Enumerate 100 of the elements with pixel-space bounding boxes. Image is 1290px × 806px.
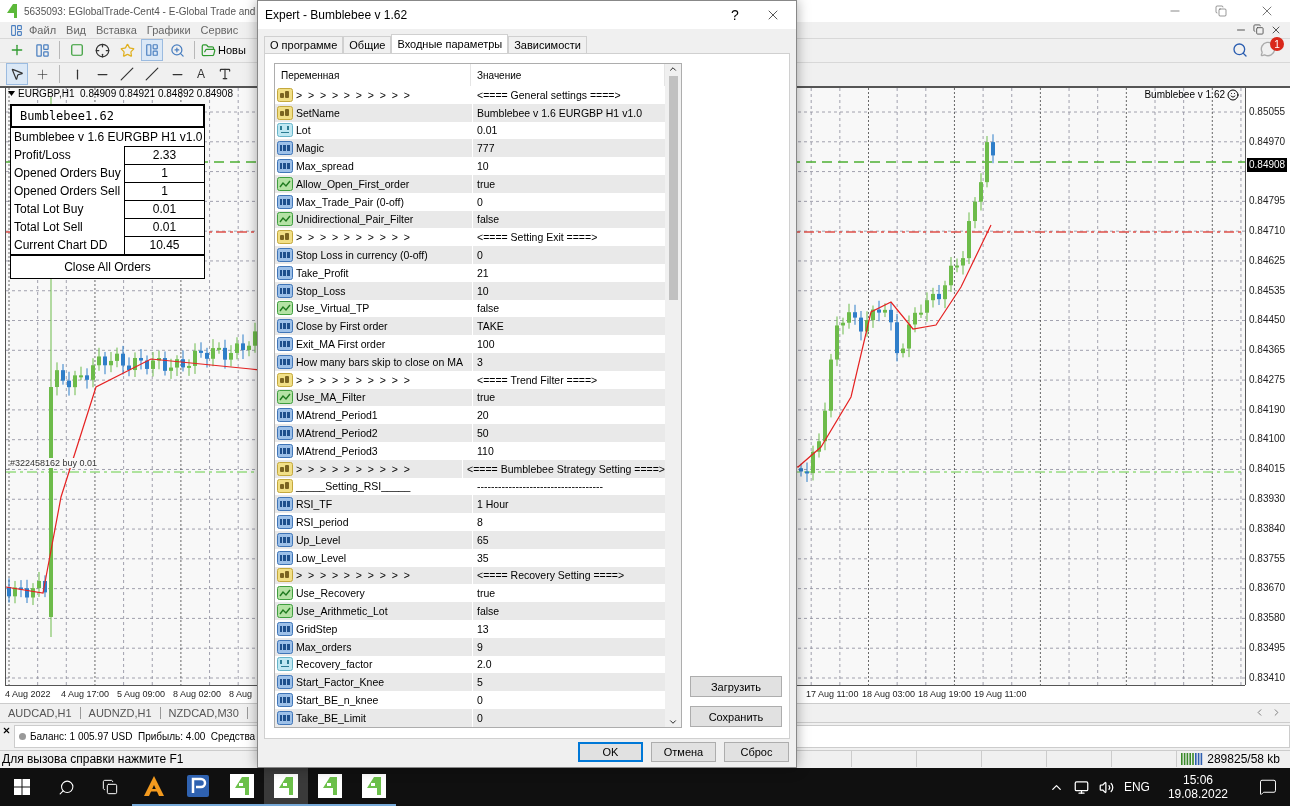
date-tick: 8 Aug 02:00	[173, 689, 223, 700]
price-tick: 0.83930	[1249, 492, 1287, 507]
variable-type-icon	[277, 479, 293, 494]
variable-type-icon	[277, 194, 293, 209]
connection-bars-icon	[1181, 753, 1204, 766]
restore-icon[interactable]	[1253, 24, 1264, 35]
variable-type-icon	[277, 212, 293, 227]
chart-tab[interactable]: NZDCAD,M30	[160, 706, 248, 719]
variable-type-icon	[277, 586, 293, 601]
price-tick: 0.83755	[1249, 551, 1287, 566]
variable-type-icon	[277, 372, 293, 387]
volume-icon[interactable]	[1098, 779, 1114, 795]
parameter-name: Start_BE_n_knee	[296, 694, 379, 706]
text-tool[interactable]: A	[191, 67, 211, 82]
order-label: #322458162 buy 0.01	[10, 457, 98, 468]
dialog-tab[interactable]: О программе	[264, 36, 344, 53]
chart-tab[interactable]: AUDCAD,H1	[0, 706, 81, 719]
network-icon[interactable]	[1073, 779, 1089, 795]
parameter-name: > > > > > > > > > >	[296, 88, 410, 101]
stat-value: 1	[124, 181, 205, 200]
search-icon[interactable]	[1232, 42, 1248, 59]
clock[interactable]: 15:06 19.08.2022	[1159, 773, 1236, 801]
app-logo-icon[interactable]	[230, 774, 254, 798]
new-order-button[interactable]: Новы	[201, 42, 246, 58]
help-button[interactable]: ?	[720, 7, 750, 23]
parameter-name: Max_spread	[296, 160, 354, 173]
close-all-orders-button[interactable]: Close All Orders	[10, 253, 205, 279]
parameter-name: RSI_TF	[296, 498, 333, 511]
price-tick: 0.84100	[1249, 432, 1287, 447]
square-logo-icon[interactable]	[187, 775, 209, 797]
scroll-thumb[interactable]	[668, 76, 678, 300]
side-button[interactable]: Загрузить	[690, 676, 782, 697]
app-logo-icon[interactable]	[318, 774, 342, 798]
account-summary: Баланс: 1 005.97 USD Прибыль: 4.00 Средства	[30, 730, 256, 742]
scroll-down-icon[interactable]	[668, 717, 678, 727]
variable-type-icon	[277, 426, 293, 441]
dialog-tab[interactable]: Общие	[343, 36, 392, 53]
stat-label: Opened Orders Sell	[13, 182, 122, 200]
price-tick: 0.83670	[1249, 581, 1287, 596]
price-tick: 0.84970	[1249, 134, 1287, 149]
dialog-button[interactable]: OK	[578, 742, 643, 762]
parameter-name: Use_Recovery	[296, 587, 365, 600]
chart-menu-icon[interactable]	[8, 22, 24, 38]
stat-label: Total Lot Buy	[13, 200, 85, 218]
variable-type-icon	[277, 532, 293, 547]
panel-title: Bumblebee1.62	[10, 103, 205, 128]
traffic-text: 289825/58 kb	[1207, 752, 1280, 767]
close-icon[interactable]	[1270, 24, 1282, 36]
variable-type-icon	[277, 265, 293, 280]
price-tick: 0.84365	[1249, 343, 1287, 358]
close-icon[interactable]	[1, 726, 11, 736]
triangle-logo-icon[interactable]	[143, 775, 165, 797]
language-indicator[interactable]: ENG	[1123, 780, 1150, 794]
variable-type-icon	[277, 230, 293, 245]
cursor-icon[interactable]	[6, 63, 28, 86]
price-tick: 0.83410	[1249, 670, 1287, 685]
variable-type-icon	[277, 515, 293, 529]
app-logo-icon[interactable]	[362, 774, 386, 798]
price-tick: 0.84535	[1249, 283, 1287, 298]
menu-item[interactable]: Графики	[141, 24, 196, 36]
dialog-button[interactable]: Отмена	[651, 742, 716, 762]
dialog-tab[interactable]: Зависимости	[508, 36, 587, 53]
parameter-name: Up_Level	[296, 533, 341, 546]
stat-value: 0.01	[124, 217, 205, 236]
parameter-name: Max_Trade_Pair (0-off)	[296, 195, 404, 208]
variable-type-icon	[277, 657, 293, 672]
date-tick: 5 Aug 09:00	[117, 689, 167, 700]
scroll-up-icon[interactable]	[668, 64, 678, 74]
price-tick: 0.83580	[1249, 611, 1287, 626]
chart-tab[interactable]: AUDNZD,H1	[80, 706, 161, 719]
date-tick: 18 Aug 03:00	[862, 689, 917, 700]
parameter-name: > > > > > > > > > >	[296, 462, 410, 475]
stat-value: 1	[124, 163, 205, 182]
parameter-name: SetName	[296, 106, 340, 119]
variable-type-icon	[277, 337, 293, 352]
menu-item[interactable]: Сервис	[195, 24, 244, 36]
variable-type-icon	[277, 159, 293, 174]
parameter-name: Magic	[296, 142, 324, 155]
stat-label: Profit/Loss	[13, 146, 72, 164]
parameter-name: Exit_MA First order	[296, 338, 386, 351]
parameter-name: _____Setting_RSI_____	[296, 480, 411, 493]
variable-type-icon	[277, 621, 293, 636]
dropdown-triangle-icon[interactable]	[8, 90, 15, 96]
restore-icon[interactable]	[1215, 5, 1227, 17]
menu-item[interactable]: Вид	[61, 24, 91, 36]
parameter-name: RSI_period	[296, 516, 349, 528]
variable-type-icon	[277, 390, 293, 405]
parameter-name: Start_Factor_Knee	[296, 676, 385, 689]
variable-type-icon	[277, 568, 293, 583]
date-tick: 17 Aug 11:00	[806, 689, 860, 700]
variable-type-icon	[277, 248, 293, 263]
menu-item[interactable]: Вставка	[90, 24, 142, 36]
scrollbar[interactable]	[665, 64, 681, 727]
menu-item[interactable]: Файл	[24, 24, 62, 36]
dialog-tab[interactable]: Входные параметры	[391, 34, 509, 53]
app-logo-icon[interactable]	[274, 774, 298, 798]
parameter-name: Max_orders	[296, 640, 352, 653]
dialog-button[interactable]: Сброс	[724, 742, 789, 762]
side-button[interactable]: Сохранить	[690, 706, 782, 727]
variable-type-icon	[277, 408, 293, 423]
